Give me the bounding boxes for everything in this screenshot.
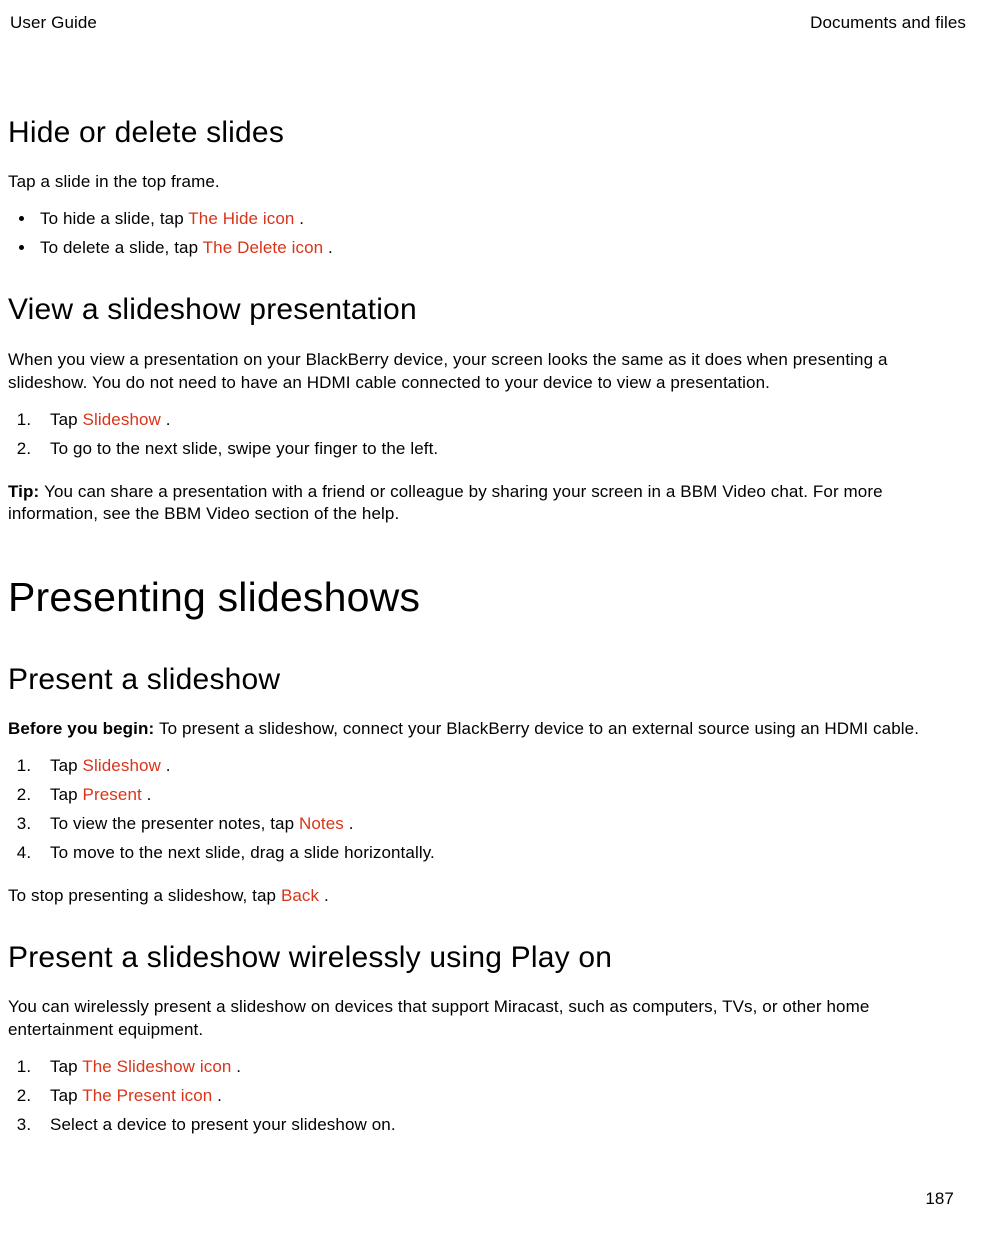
heading-view-slideshow: View a slideshow presentation [8, 290, 968, 331]
step-drag-slide: To move to the next slide, drag a slide … [36, 842, 968, 865]
heading-hide-delete: Hide or delete slides [8, 113, 968, 154]
text-fragment: To stop presenting a slideshow, tap [8, 886, 281, 905]
heading-present-wirelessly: Present a slideshow wirelessly using Pla… [8, 938, 968, 979]
steps-present-wirelessly: Tap The Slideshow icon . Tap The Present… [8, 1056, 968, 1137]
before-label: Before you begin: [8, 719, 159, 738]
tip-label: Tip: [8, 482, 44, 501]
text-fragment: . [217, 1086, 222, 1105]
page-number: 187 [925, 1188, 954, 1211]
text-fragment: . [147, 785, 152, 804]
heading-presenting-slideshows: Presenting slideshows [8, 570, 968, 625]
hide-icon-ref: The Hide icon [188, 209, 299, 228]
present-icon-ref: The Present icon [82, 1086, 217, 1105]
slideshow-icon-ref: The Slideshow icon [82, 1057, 236, 1076]
slideshow-icon-ref: Slideshow [83, 756, 166, 775]
text-fragment: To hide a slide, tap [40, 209, 188, 228]
before-you-begin: Before you begin: To present a slideshow… [8, 718, 968, 741]
page-header: User Guide Documents and files [8, 12, 968, 35]
text-fragment: . [349, 814, 354, 833]
slideshow-icon-ref: Slideshow [83, 410, 166, 429]
steps-present-slideshow: Tap Slideshow . Tap Present . To view th… [8, 755, 968, 865]
step-select-device: Select a device to present your slidesho… [36, 1114, 968, 1137]
text-fragment: Tap [50, 756, 83, 775]
heading-present-slideshow: Present a slideshow [8, 660, 968, 701]
stop-presenting-text: To stop presenting a slideshow, tap Back… [8, 885, 968, 908]
section-present-wirelessly: Present a slideshow wirelessly using Pla… [8, 938, 968, 1137]
intro-hide-delete: Tap a slide in the top frame. [8, 171, 968, 194]
text-fragment: Tap [50, 1086, 82, 1105]
text-fragment: Tap [50, 410, 83, 429]
tip-view-slideshow: Tip: You can share a presentation with a… [8, 481, 968, 527]
back-icon-ref: Back [281, 886, 324, 905]
intro-present-wirelessly: You can wirelessly present a slideshow o… [8, 996, 968, 1042]
header-left: User Guide [10, 12, 97, 35]
step-tap-notes: To view the presenter notes, tap Notes . [36, 813, 968, 836]
notes-icon-ref: Notes [299, 814, 349, 833]
step-tap-slideshow-icon: Tap The Slideshow icon . [36, 1056, 968, 1079]
text-fragment: . [236, 1057, 241, 1076]
present-icon-ref: Present [83, 785, 147, 804]
tip-body: You can share a presentation with a frie… [8, 482, 883, 524]
bullet-delete-slide: To delete a slide, tap The Delete icon . [36, 237, 968, 260]
step-tap-present: Tap Present . [36, 784, 968, 807]
steps-view-slideshow: Tap Slideshow . To go to the next slide,… [8, 409, 968, 461]
header-right: Documents and files [810, 12, 966, 35]
section-hide-delete: Hide or delete slides Tap a slide in the… [8, 113, 968, 260]
before-body: To present a slideshow, connect your Bla… [159, 719, 919, 738]
text-fragment: To delete a slide, tap [40, 238, 203, 257]
step-tap-slideshow-2: Tap Slideshow . [36, 755, 968, 778]
text-fragment: Tap [50, 785, 83, 804]
section-view-slideshow: View a slideshow presentation When you v… [8, 290, 968, 526]
text-fragment: . [166, 756, 171, 775]
text-fragment: . [324, 886, 329, 905]
step-swipe-left: To go to the next slide, swipe your fing… [36, 438, 968, 461]
text-fragment: . [299, 209, 304, 228]
step-tap-present-icon: Tap The Present icon . [36, 1085, 968, 1108]
bullet-hide-slide: To hide a slide, tap The Hide icon . [36, 208, 968, 231]
text-fragment: To view the presenter notes, tap [50, 814, 299, 833]
bullet-list-hide-delete: To hide a slide, tap The Hide icon . To … [8, 208, 968, 260]
step-tap-slideshow: Tap Slideshow . [36, 409, 968, 432]
intro-view-slideshow: When you view a presentation on your Bla… [8, 349, 968, 395]
text-fragment: . [328, 238, 333, 257]
delete-icon-ref: The Delete icon [203, 238, 328, 257]
text-fragment: Tap [50, 1057, 82, 1076]
section-present-slideshow: Present a slideshow Before you begin: To… [8, 660, 968, 908]
text-fragment: . [166, 410, 171, 429]
